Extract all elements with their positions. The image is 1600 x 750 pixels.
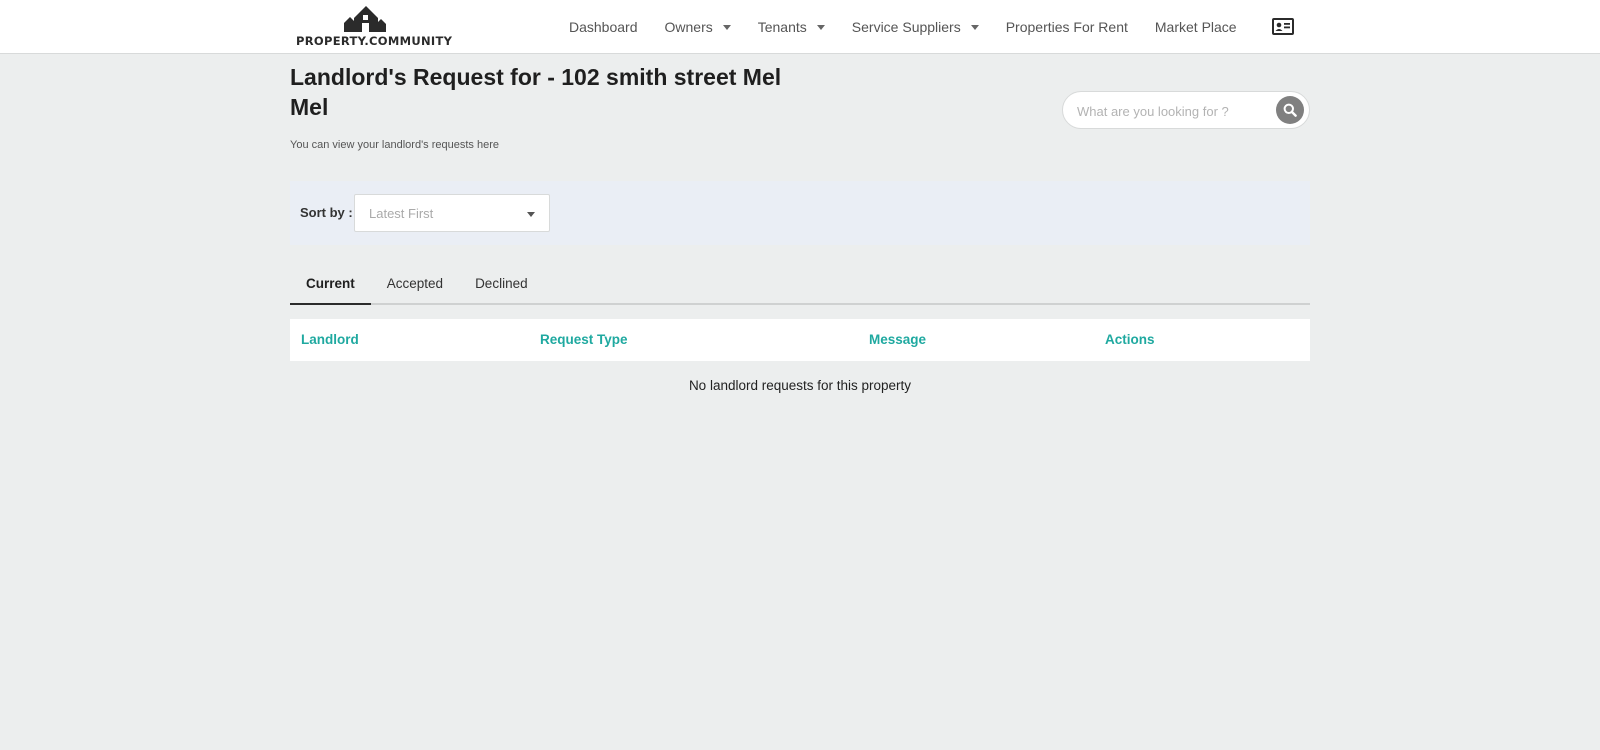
request-tabs: Current Accepted Declined	[290, 267, 1310, 305]
nav-owners[interactable]: Owners	[665, 19, 731, 35]
caret-down-icon	[722, 24, 731, 30]
nav-service-suppliers-label: Service Suppliers	[851, 19, 961, 35]
search-input[interactable]	[1077, 101, 1267, 121]
empty-state-message: No landlord requests for this property	[688, 378, 912, 393]
house-logo-icon	[344, 6, 386, 32]
column-header-request-type: Request Type	[540, 332, 628, 347]
nav-dashboard-label: Dashboard	[569, 19, 638, 35]
nav-dashboard[interactable]: Dashboard	[569, 19, 638, 35]
column-header-actions: Actions	[1105, 332, 1155, 347]
logo-text: PROPERTY.COMMUNITY	[296, 34, 453, 48]
nav-properties-for-rent[interactable]: Properties For Rent	[1006, 19, 1128, 35]
main-nav: Dashboard Owners Tenants Service Supplie…	[569, 0, 1264, 54]
page-title: Landlord's Request for - 102 smith stree…	[290, 64, 782, 120]
nav-market-place[interactable]: Market Place	[1155, 19, 1237, 35]
column-header-landlord: Landlord	[301, 332, 359, 347]
top-navbar: PROPERTY.COMMUNITY Dashboard Owners Tena…	[0, 0, 1600, 54]
nav-owners-label: Owners	[664, 19, 713, 35]
contact-card-icon[interactable]	[1272, 18, 1294, 35]
caret-down-icon	[816, 24, 825, 30]
nav-tenants[interactable]: Tenants	[758, 19, 825, 35]
nav-tenants-label: Tenants	[757, 19, 807, 35]
sort-selected-value: Latest First	[369, 206, 434, 221]
caret-down-icon	[527, 212, 535, 217]
page-subtitle: You can view your landlord's requests he…	[290, 139, 499, 151]
sort-select[interactable]: Latest First	[354, 194, 550, 232]
search-button[interactable]	[1276, 96, 1304, 124]
nav-service-suppliers[interactable]: Service Suppliers	[852, 19, 979, 35]
sort-panel: Sort by : Latest First	[290, 181, 1310, 245]
site-logo[interactable]: PROPERTY.COMMUNITY	[296, 4, 453, 48]
nav-properties-for-rent-label: Properties For Rent	[1005, 19, 1128, 35]
search-icon	[1283, 103, 1297, 117]
requests-table-header: Landlord Request Type Message Actions	[290, 319, 1310, 361]
caret-down-icon	[970, 24, 979, 30]
nav-market-place-label: Market Place	[1154, 19, 1237, 35]
tab-accepted[interactable]: Accepted	[371, 267, 459, 305]
column-header-message: Message	[869, 332, 927, 347]
search-box	[1062, 91, 1310, 129]
sort-label: Sort by :	[300, 205, 353, 220]
tab-current[interactable]: Current	[290, 267, 371, 305]
tab-declined[interactable]: Declined	[459, 267, 544, 305]
